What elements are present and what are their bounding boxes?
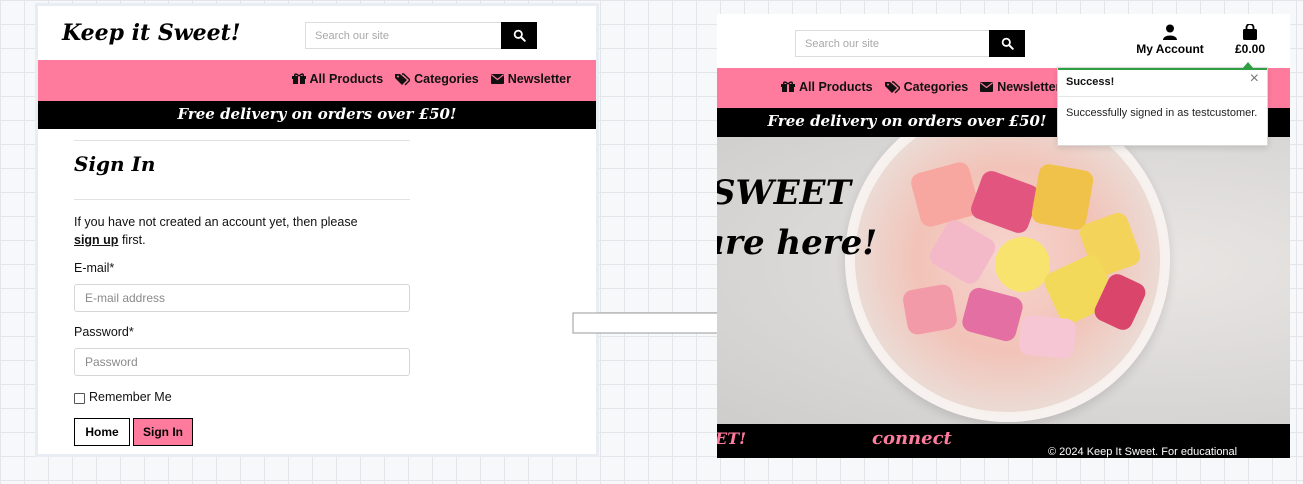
- nav-categories[interactable]: Categories: [884, 80, 969, 94]
- divider: [74, 199, 410, 200]
- footer-connect-heading: connect: [872, 428, 952, 449]
- footer-brand-fragment: ET!: [717, 429, 747, 448]
- my-account-link[interactable]: My Account: [1125, 24, 1215, 56]
- main-nav: All Products Categories Newsletter: [291, 72, 571, 86]
- signup-link[interactable]: sign up: [74, 233, 118, 247]
- search-input[interactable]: Search our site: [795, 30, 989, 57]
- main-nav: All Products Categories Newsletter: [781, 80, 1060, 94]
- site-logo[interactable]: Keep it Sweet!: [62, 20, 241, 46]
- bag-total: £0.00: [1234, 42, 1266, 56]
- nav-newsletter-label: Newsletter: [997, 80, 1061, 94]
- home-page-panel: Search our site My Account £0.00 All Pro…: [717, 14, 1290, 458]
- search-input[interactable]: Search our site: [305, 22, 501, 49]
- search-form: Search our site: [305, 22, 537, 49]
- search-button[interactable]: [501, 22, 537, 49]
- page-title: Sign In: [74, 152, 156, 176]
- delivery-banner-text: Free delivery on orders over £50!: [767, 112, 1047, 130]
- footer-copyright: © 2024 Keep It Sweet. For educational: [1048, 446, 1238, 458]
- envelope-icon: [980, 82, 994, 92]
- site-footer: ET! connect © 2024 Keep It Sweet. For ed…: [717, 424, 1290, 458]
- divider: [74, 140, 410, 141]
- signup-prompt-suffix: first.: [121, 233, 146, 247]
- signup-prompt-text: If you have not created an account yet, …: [74, 215, 358, 229]
- nav-newsletter[interactable]: Newsletter: [490, 72, 571, 86]
- candy-jar-image: [845, 137, 1170, 422]
- user-icon: [1163, 24, 1177, 40]
- search-button[interactable]: [989, 30, 1025, 57]
- search-icon: [513, 29, 526, 42]
- nav-newsletter[interactable]: Newsletter: [980, 80, 1060, 94]
- nav-categories-label: Categories: [903, 80, 969, 94]
- remember-me-label: Remember Me: [89, 390, 172, 404]
- password-field[interactable]: Password: [74, 348, 410, 376]
- search-icon: [1001, 37, 1014, 50]
- envelope-icon: [490, 74, 504, 84]
- delivery-banner: Free delivery on orders over £50!: [38, 101, 596, 129]
- toast-close-button[interactable]: ×: [1250, 70, 1259, 88]
- tags-icon: [395, 72, 411, 85]
- tags-icon: [884, 80, 900, 93]
- hero-section: SWEET are here!: [717, 137, 1290, 424]
- my-account-label: My Account: [1136, 42, 1204, 56]
- nav-all-products[interactable]: All Products: [781, 80, 873, 94]
- nav-categories[interactable]: Categories: [395, 72, 479, 86]
- password-label: Password*: [74, 325, 134, 339]
- signin-page-panel: Keep it Sweet! Search our site All Produ…: [38, 6, 596, 454]
- home-button[interactable]: Home: [74, 418, 130, 446]
- gift-icon: [781, 81, 795, 92]
- nav-newsletter-label: Newsletter: [507, 72, 571, 86]
- nav-all-products[interactable]: All Products: [291, 72, 384, 86]
- hero-heading-line2: are here!: [717, 223, 878, 263]
- toast-message: Successfully signed in as testcustomer.: [1066, 107, 1258, 119]
- remember-me-checkbox[interactable]: [74, 393, 85, 404]
- signin-button[interactable]: Sign In: [133, 418, 193, 446]
- toast-divider: [1058, 96, 1267, 97]
- main-nav-bar: All Products Categories Newsletter: [38, 60, 596, 101]
- hero-heading-line1: SWEET: [717, 173, 851, 213]
- email-field[interactable]: E-mail address: [74, 284, 410, 312]
- gift-icon: [291, 73, 306, 84]
- search-form: Search our site: [795, 30, 1025, 57]
- shopping-bag-link[interactable]: £0.00: [1225, 23, 1275, 56]
- success-toast: Success! × Successfully signed in as tes…: [1057, 62, 1268, 146]
- nav-categories-label: Categories: [414, 72, 479, 86]
- shopping-bag-icon: [1243, 23, 1257, 40]
- signup-prompt: If you have not created an account yet, …: [74, 213, 404, 249]
- nav-all-products-label: All Products: [309, 72, 384, 86]
- toast-pointer-icon: [1242, 62, 1254, 69]
- toast-title: Success!: [1066, 76, 1115, 88]
- nav-all-products-label: All Products: [799, 80, 873, 94]
- email-label: E-mail*: [74, 261, 115, 275]
